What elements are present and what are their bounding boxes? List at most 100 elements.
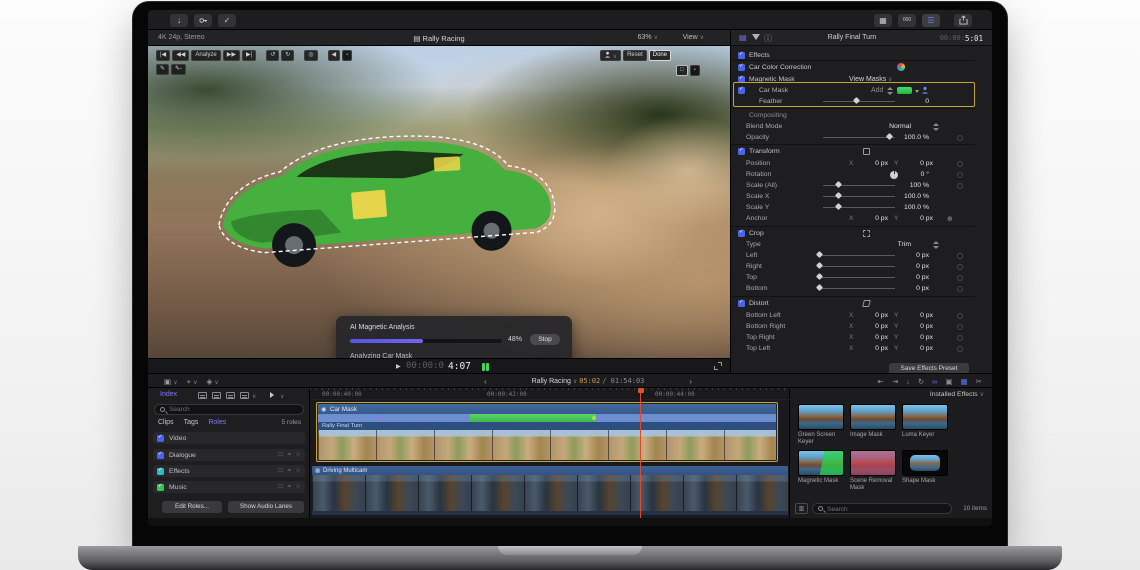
role-row-effects[interactable]: Effects □≈○ [153, 465, 305, 477]
timeline[interactable]: 00:00:40:00 00:00:42:00 00:00:44:00 ◉ Ca… [310, 388, 790, 518]
top-left-y-value[interactable]: 0 px [900, 345, 933, 352]
keywords-button[interactable] [194, 14, 212, 27]
feather-value[interactable]: 0 [869, 98, 929, 105]
lane-view-icon[interactable] [198, 392, 207, 399]
edit-roles-button[interactable]: Edit Roles... [162, 501, 222, 513]
add-stepper-icon[interactable] [887, 87, 893, 95]
opacity-value[interactable]: 100.0 % [869, 134, 929, 141]
insert-icon[interactable]: ↓ [906, 377, 910, 386]
position-reset-button[interactable] [957, 161, 963, 167]
video-inspector-icon[interactable]: ▤ [739, 33, 747, 42]
go-start-button[interactable]: |◀ [156, 50, 170, 61]
keyframe-bar[interactable] [318, 414, 776, 422]
effect-thumb-green-screen-keyer[interactable] [798, 404, 844, 430]
effects-browser-icon[interactable]: ▦ [961, 377, 968, 386]
type-value[interactable]: Trim [851, 241, 911, 248]
bottom-right-x-value[interactable]: 0 px [855, 323, 888, 330]
bottom-right-reset-button[interactable] [957, 324, 963, 330]
anchor-x-value[interactable]: 0 px [855, 215, 888, 222]
lane-view-icon[interactable] [212, 392, 221, 399]
type-stepper-icon[interactable] [933, 241, 939, 249]
pointer-tool-icon[interactable] [270, 392, 274, 398]
overwrite-icon[interactable]: ▣ [946, 377, 953, 386]
list-view-button[interactable]: ☰ [922, 14, 940, 27]
role-monitor-icon[interactable]: □ [279, 483, 283, 490]
crop-top-value[interactable]: 0 px [869, 274, 929, 281]
crop-onscreen-icon[interactable] [863, 230, 870, 237]
timeline-project-menu[interactable]: Rally Racing ∨ [532, 378, 578, 385]
mask-overlay-off-button[interactable]: ▪ [690, 65, 700, 76]
role-wave-icon[interactable]: ≈ [287, 467, 291, 474]
trim-start-icon[interactable]: ⇤ [878, 377, 884, 386]
scale-all-reset-button[interactable] [957, 183, 963, 189]
music-role-checkbox[interactable] [157, 484, 164, 491]
crop-right-value[interactable]: 0 px [869, 263, 929, 270]
transform-onscreen-icon[interactable] [863, 148, 870, 155]
top-left-x-value[interactable]: 0 px [855, 345, 888, 352]
role-row-music[interactable]: Music □≈○ [153, 481, 305, 493]
blade-icon[interactable]: ✂ [976, 377, 982, 386]
scale-x-value[interactable]: 100.0 % [869, 193, 929, 200]
crop-right-reset-button[interactable] [957, 264, 963, 270]
effect-thumb-image-mask[interactable] [850, 404, 896, 430]
installed-effects-menu[interactable]: Installed Effects ∨ [930, 391, 984, 398]
bottom-left-y-value[interactable]: 0 px [900, 312, 933, 319]
tools-menu[interactable]: + ∨ [187, 377, 198, 386]
lane-view-icon[interactable] [240, 392, 249, 399]
crop-left-value[interactable]: 0 px [869, 252, 929, 259]
tab-clips[interactable]: Clips [158, 419, 174, 426]
effects-search-input[interactable] [827, 505, 937, 514]
view-menu[interactable]: View ∨ [683, 34, 704, 41]
add-stroke-button[interactable]: ✎ [156, 64, 169, 75]
role-focus-icon[interactable]: ○ [296, 451, 300, 458]
connect-icon[interactable]: ∞ [932, 377, 937, 386]
car-color-correction-checkbox[interactable] [738, 64, 745, 71]
tab-roles[interactable]: Roles [208, 419, 226, 426]
subject-menu-button[interactable]: ∨ [600, 50, 621, 61]
dialogue-role-checkbox[interactable] [157, 452, 164, 459]
tasks-button[interactable]: ✓ [218, 14, 236, 27]
role-wave-icon[interactable]: ≈ [287, 451, 291, 458]
opacity-reset-button[interactable] [957, 135, 963, 141]
download-button[interactable]: ↓ [170, 14, 188, 27]
top-right-y-value[interactable]: 0 px [900, 334, 933, 341]
distort-onscreen-icon[interactable] [862, 300, 871, 307]
anchor-crosshair-icon[interactable]: ⊕ [947, 215, 953, 223]
go-end-button[interactable]: ▶| [242, 50, 256, 61]
car-mask-clip[interactable]: ◉ Car Mask [318, 404, 776, 414]
bottom-left-x-value[interactable]: 0 px [855, 312, 888, 319]
reset-button[interactable]: Reset [623, 50, 647, 61]
keyframe-dot-green[interactable] [592, 416, 596, 420]
rally-clip-filmstrip[interactable] [318, 430, 776, 460]
index-search-input[interactable] [169, 405, 289, 414]
play-icon[interactable]: ▶ [396, 363, 401, 370]
car-mask-checkbox[interactable] [738, 87, 745, 94]
role-focus-icon[interactable]: ○ [296, 483, 300, 490]
effect-thumb-magnetic-mask[interactable] [798, 450, 844, 476]
subject-mask-icon[interactable] [921, 86, 929, 96]
mask-overlay-on-button[interactable]: □ [676, 65, 688, 76]
show-audio-lanes-button[interactable]: Show Audio Lanes [228, 501, 304, 513]
blend-mode-stepper-icon[interactable] [933, 123, 939, 131]
effects-search-field[interactable] [812, 503, 952, 514]
sidebar-toggle-icon[interactable]: ▥ [795, 503, 808, 514]
rally-car-masked[interactable] [196, 108, 584, 298]
clip-appearance-menu[interactable]: ▣ ∨ [164, 377, 178, 386]
crop-bottom-reset-button[interactable] [957, 286, 963, 292]
position-x-value[interactable]: 0 px [855, 160, 888, 167]
role-monitor-icon[interactable]: □ [279, 451, 283, 458]
rotate-ccw-button[interactable]: ↺ [266, 50, 279, 61]
step-forward-button[interactable]: ▶▶ [223, 50, 240, 61]
rotation-value[interactable]: 0 ° [869, 171, 929, 178]
bottom-left-reset-button[interactable] [957, 313, 963, 319]
playhead[interactable] [640, 388, 641, 518]
rotation-reset-button[interactable] [957, 172, 963, 178]
mask-color-swatch[interactable] [897, 87, 912, 94]
anchor-y-value[interactable]: 0 px [900, 215, 933, 222]
done-button[interactable]: Done [649, 50, 671, 61]
effects-role-checkbox[interactable] [157, 468, 164, 475]
target-button[interactable]: ◎ [304, 50, 317, 61]
zoom-menu[interactable]: 63% ∨ [638, 34, 658, 41]
index-toggle-button[interactable]: Index [160, 391, 177, 398]
loop-icon[interactable]: ↻ [918, 377, 924, 386]
